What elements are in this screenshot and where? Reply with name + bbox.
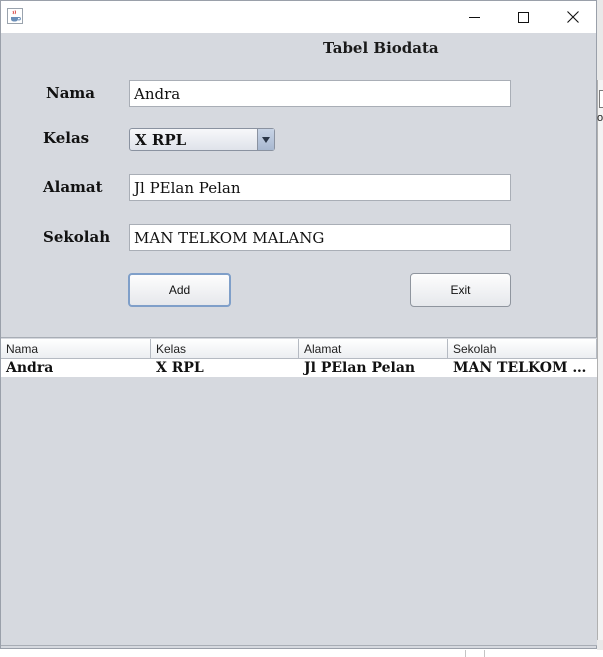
sekolah-label: Sekolah (43, 228, 111, 246)
biodata-table[interactable]: Nama Kelas Alamat Sekolah Andra X RPL Jl… (1, 337, 597, 646)
nama-label: Nama (46, 84, 96, 102)
chevron-down-icon (262, 136, 270, 143)
alamat-input[interactable]: Jl PElan Pelan (129, 174, 511, 201)
sekolah-input-value: MAN TELKOM MALANG (134, 228, 325, 247)
dropdown-arrow-button[interactable] (257, 129, 274, 150)
table-cell-alamat[interactable]: Jl PElan Pelan (299, 359, 448, 377)
table-cell-nama[interactable]: Andra (1, 359, 151, 377)
alamat-label: Alamat (43, 178, 103, 196)
minimize-icon (468, 16, 480, 18)
maximize-icon (517, 11, 529, 23)
minimize-button[interactable] (450, 1, 498, 33)
sekolah-input[interactable]: MAN TELKOM MALANG (129, 224, 511, 251)
close-button[interactable] (549, 1, 597, 33)
column-header-kelas[interactable]: Kelas (151, 339, 299, 359)
biodata-window: Tabel Biodata Nama Andra Kelas X RPL Ala… (0, 0, 597, 649)
table-row[interactable]: Andra X RPL Jl PElan Pelan MAN TELKOM MA… (1, 359, 597, 377)
add-button[interactable]: Add (128, 273, 231, 307)
background-control (599, 90, 603, 108)
table-cell-sekolah[interactable]: MAN TELKOM MALANG (448, 359, 597, 377)
table-header: Nama Kelas Alamat Sekolah (1, 339, 597, 359)
column-header-sekolah[interactable]: Sekolah (448, 339, 597, 359)
alamat-input-value: Jl PElan Pelan (134, 178, 241, 197)
background-letter: o (597, 112, 603, 124)
background-divider (484, 650, 485, 657)
column-header-nama[interactable]: Nama (1, 339, 151, 359)
background-bottom-strip (0, 650, 603, 657)
kelas-selected-value: X RPL (135, 131, 187, 149)
page-title: Tabel Biodata (323, 39, 439, 57)
maximize-button[interactable] (499, 1, 547, 33)
kelas-combobox[interactable]: X RPL (129, 128, 275, 151)
background-pane (597, 80, 603, 640)
background-divider (465, 650, 466, 657)
nama-input-value: Andra (134, 84, 181, 103)
java-cup-icon (7, 8, 23, 24)
close-icon (567, 11, 579, 23)
table-cell-kelas[interactable]: X RPL (151, 359, 299, 377)
kelas-label: Kelas (43, 129, 90, 147)
nama-input[interactable]: Andra (129, 80, 511, 107)
background-application (597, 0, 603, 657)
column-header-alamat[interactable]: Alamat (299, 339, 448, 359)
title-bar[interactable] (1, 1, 596, 33)
exit-button[interactable]: Exit (410, 273, 511, 307)
